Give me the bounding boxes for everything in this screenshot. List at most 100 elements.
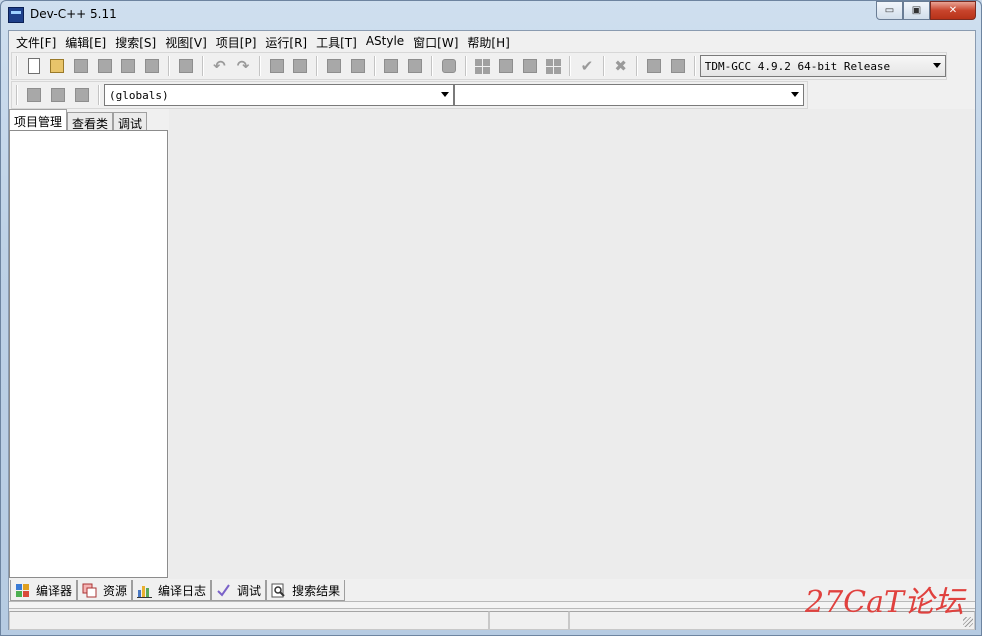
menu-file[interactable]: 文件[F] (13, 31, 62, 51)
run-icon (498, 59, 513, 73)
tab-debug-output[interactable]: 调试 (211, 580, 267, 601)
minimize-button[interactable]: ▭ (876, 1, 903, 20)
tab-resources[interactable]: 资源 (77, 580, 133, 601)
bookmark-icon (327, 59, 342, 73)
undo-button[interactable]: ↶ (209, 55, 231, 77)
add-to-project-button[interactable] (381, 55, 403, 77)
chevron-down-icon (441, 92, 449, 97)
new-class-button[interactable] (23, 84, 45, 106)
redo-icon: ↷ (236, 57, 250, 75)
find-icon (269, 59, 284, 73)
scope-select-value: (globals) (109, 88, 169, 102)
toggle-bookmark-button[interactable] (323, 55, 345, 77)
toolbar-grip (16, 56, 18, 76)
search-icon (271, 583, 286, 598)
menu-run[interactable]: 运行[R] (262, 31, 313, 51)
new-file-button[interactable] (23, 55, 45, 77)
save-button[interactable] (70, 55, 92, 77)
project-options-button[interactable] (438, 55, 460, 77)
status-cell (489, 611, 569, 630)
restore-button[interactable]: ▣ (903, 1, 930, 20)
menu-bar: 文件[F] 编辑[E] 搜索[S] 视图[V] 项目[P] 运行[R] 工具[T… (9, 31, 975, 51)
syntax-check-button[interactable]: ✔ (576, 55, 598, 77)
resize-grip[interactable] (963, 617, 973, 627)
toggle-button[interactable] (71, 84, 93, 106)
tab-project[interactable]: 项目管理 (9, 109, 68, 131)
check-icon: ✔ (580, 57, 594, 75)
find-button[interactable] (266, 55, 288, 77)
main-toolbar: ↶ ↷ ✔ ✖ TDM-GCC 4.9.2 64-bit Release (11, 52, 947, 80)
window-title: Dev-C++ 5.11 (30, 7, 117, 21)
toolbar-separator (167, 56, 170, 76)
project-options-icon (441, 59, 456, 73)
compile-icon (474, 58, 490, 74)
print-button[interactable] (175, 55, 197, 77)
toolbar-separator (693, 56, 696, 76)
status-cell (9, 611, 489, 630)
print-icon (178, 59, 193, 73)
profile-button[interactable] (643, 55, 665, 77)
tab-search-results[interactable]: 搜索结果 (266, 580, 346, 601)
menu-edit[interactable]: 编辑[E] (62, 31, 112, 51)
tab-compile-log[interactable]: 编译日志 (132, 580, 212, 601)
toolbar-separator (98, 85, 100, 105)
menu-astyle[interactable]: AStyle (363, 31, 410, 51)
devcpp-app-icon[interactable] (8, 7, 24, 23)
replace-icon (293, 59, 308, 73)
compile-run-button[interactable] (519, 55, 541, 77)
toolbar-separator (201, 56, 204, 76)
toolbar-grip (16, 85, 18, 105)
toolbar-separator (430, 56, 433, 76)
remove-from-project-button[interactable] (404, 55, 426, 77)
close-file-button[interactable] (118, 55, 140, 77)
tab-resources-label: 资源 (103, 583, 128, 598)
open-file-button[interactable] (47, 55, 69, 77)
undo-icon: ↶ (213, 57, 226, 75)
compiler-select[interactable]: TDM-GCC 4.9.2 64-bit Release (699, 55, 946, 77)
compile-log-icon (137, 583, 153, 598)
save-all-button[interactable] (94, 55, 116, 77)
toolbar-separator (636, 56, 639, 76)
menu-project[interactable]: 项目[P] (213, 31, 263, 51)
save-icon (74, 59, 89, 73)
profile-icon (647, 59, 662, 73)
menu-view[interactable]: 视图[V] (162, 31, 213, 51)
compile-button[interactable] (472, 55, 494, 77)
replace-button[interactable] (290, 55, 312, 77)
editor-area[interactable] (169, 109, 975, 579)
insert-icon (51, 88, 65, 102)
resources-icon (82, 583, 97, 598)
save-all-icon (97, 59, 112, 73)
delete-profile-button[interactable] (667, 55, 689, 77)
scope-select[interactable]: (globals) (104, 84, 454, 106)
close-icon: ✕ (948, 5, 958, 16)
run-button[interactable] (495, 55, 517, 77)
close-all-button[interactable] (141, 55, 163, 77)
tab-classes[interactable]: 查看类 (67, 112, 114, 131)
compiler-icon (15, 583, 30, 598)
menu-help[interactable]: 帮助[H] (464, 31, 515, 51)
tab-debug-output-label: 调试 (237, 583, 262, 598)
watermark: 27CaT论坛 (805, 585, 965, 620)
tab-debug[interactable]: 调试 (113, 112, 148, 131)
add-to-project-icon (384, 59, 399, 73)
check-mark-icon (216, 583, 231, 598)
tab-compiler-label: 编译器 (36, 583, 73, 598)
close-button[interactable]: ✕ (930, 1, 976, 20)
stop-execution-button[interactable]: ✖ (610, 55, 632, 77)
member-select[interactable] (454, 84, 804, 106)
menu-window[interactable]: 窗口[W] (410, 31, 464, 51)
rebuild-all-button[interactable] (542, 55, 564, 77)
menu-search[interactable]: 搜索[S] (112, 31, 162, 51)
redo-button[interactable]: ↷ (232, 55, 254, 77)
restore-icon: ▣ (911, 5, 922, 16)
left-panel-tabs: 项目管理 查看类 调试 (9, 109, 169, 131)
menu-tools[interactable]: 工具[T] (313, 31, 363, 51)
insert-button[interactable] (47, 84, 69, 106)
project-manager-panel[interactable] (9, 130, 168, 578)
compiler-select-value: TDM-GCC 4.9.2 64-bit Release (704, 59, 891, 73)
goto-line-button[interactable] (347, 55, 369, 77)
toolbar-separator (316, 56, 319, 76)
tab-compiler[interactable]: 编译器 (10, 580, 78, 601)
title-bar[interactable]: Dev-C++ 5.11 ▭ ▣ ✕ (1, 1, 981, 29)
